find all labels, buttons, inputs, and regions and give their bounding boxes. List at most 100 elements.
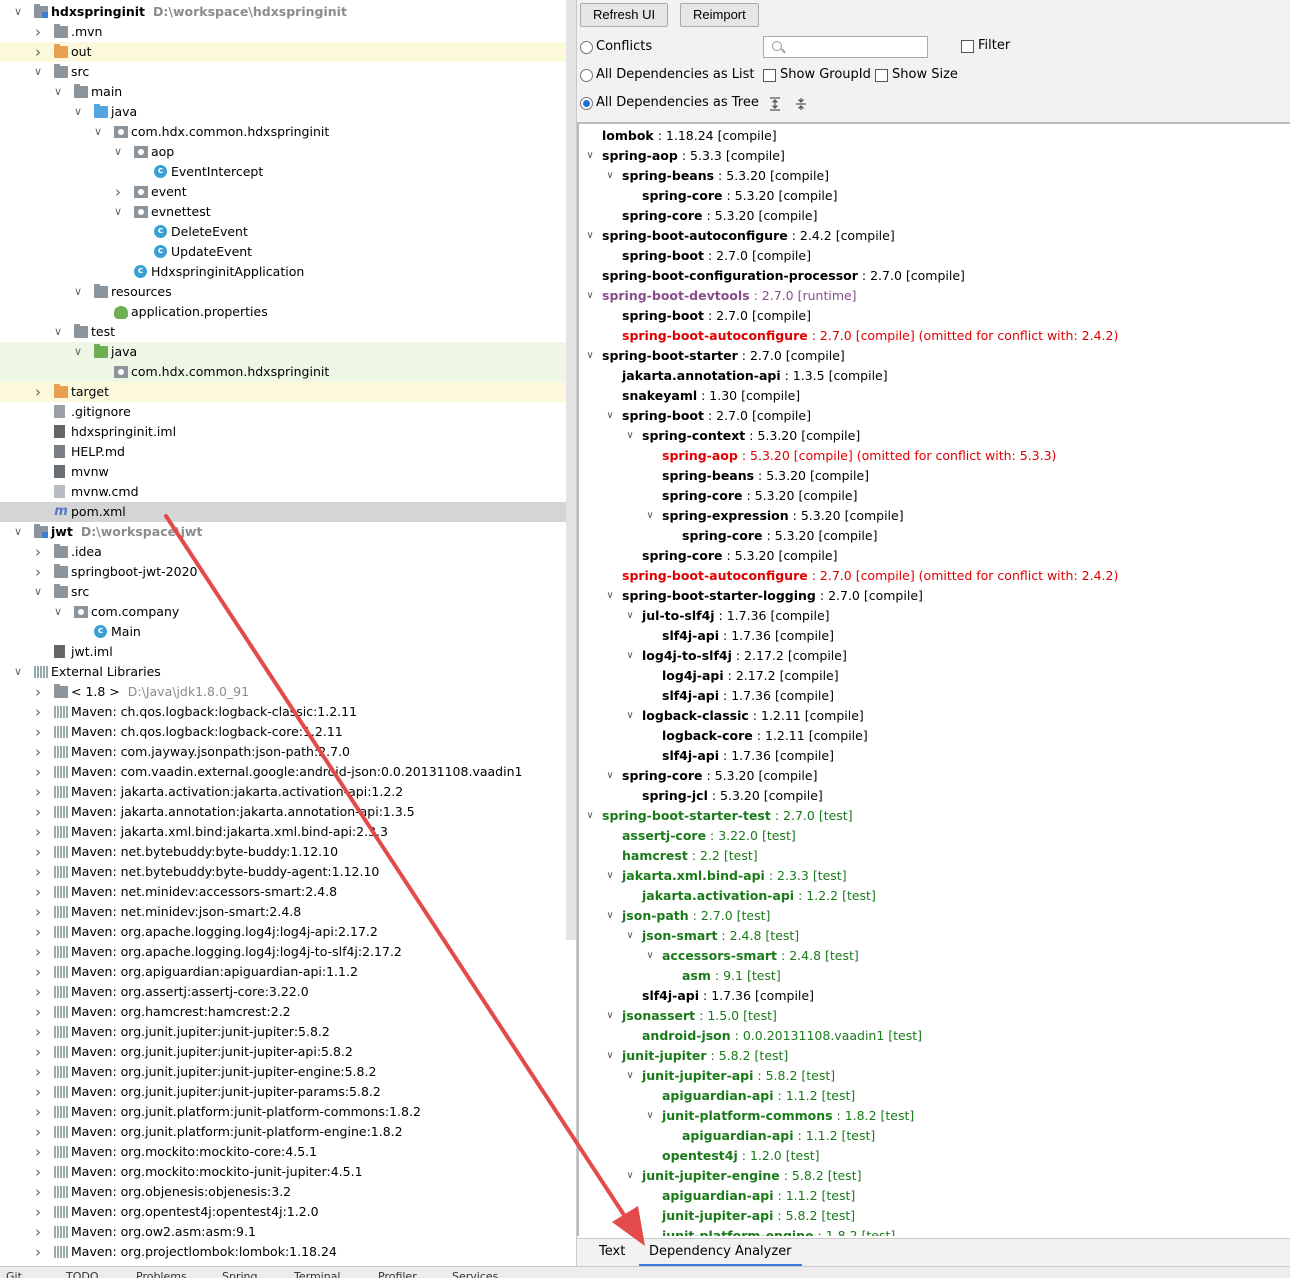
expanded-chevron-icon[interactable]: ∨: [643, 1106, 657, 1126]
expanded-chevron-icon[interactable]: ∨: [603, 766, 617, 786]
expanded-chevron-icon[interactable]: ∨: [623, 1066, 637, 1086]
dependency-row[interactable]: spring-core : 5.3.20 [compile]: [579, 206, 1279, 226]
collapsed-chevron-icon[interactable]: ›: [32, 982, 44, 1002]
dependency-row[interactable]: slf4j-api : 1.7.36 [compile]: [579, 626, 1279, 646]
expanded-chevron-icon[interactable]: ∨: [583, 806, 597, 826]
expanded-chevron-icon[interactable]: ∨: [623, 926, 637, 946]
collapsed-chevron-icon[interactable]: ›: [32, 762, 44, 782]
expanded-chevron-icon[interactable]: ∨: [52, 322, 64, 342]
project-tree-row[interactable]: › .idea: [0, 542, 576, 562]
project-tree-row[interactable]: › Maven: org.opentest4j:opentest4j:1.2.0: [0, 1202, 576, 1222]
dependency-row[interactable]: ∨ spring-boot-starter-test : 2.7.0 [test]: [579, 806, 1279, 826]
project-tree-row[interactable]: .gitignore: [0, 402, 576, 422]
project-tree-row[interactable]: › target: [0, 382, 576, 402]
project-tree-row[interactable]: › Maven: com.jayway.jsonpath:json-path:2.…: [0, 742, 576, 762]
collapsed-chevron-icon[interactable]: ›: [32, 1222, 44, 1242]
dependency-row[interactable]: ∨ spring-aop : 5.3.3 [compile]: [579, 146, 1279, 166]
project-tree-row[interactable]: ∨ java: [0, 102, 576, 122]
status-services[interactable]: Services: [452, 1269, 498, 1278]
project-tree-row[interactable]: ∨ External Libraries: [0, 662, 576, 682]
project-tree-row[interactable]: com.hdx.common.hdxspringinit: [0, 362, 576, 382]
expanded-chevron-icon[interactable]: ∨: [72, 342, 84, 362]
dependency-row[interactable]: junit-platform-engine : 1.8.2 [test]: [579, 1226, 1279, 1236]
project-tree-row[interactable]: ∨ test: [0, 322, 576, 342]
dependency-row[interactable]: spring-boot-autoconfigure : 2.7.0 [compi…: [579, 566, 1279, 586]
expanded-chevron-icon[interactable]: ∨: [12, 2, 24, 22]
collapsed-chevron-icon[interactable]: ›: [32, 942, 44, 962]
collapsed-chevron-icon[interactable]: ›: [32, 822, 44, 842]
status-profiler[interactable]: Profiler: [378, 1269, 417, 1278]
expanded-chevron-icon[interactable]: ∨: [583, 346, 597, 366]
collapsed-chevron-icon[interactable]: ›: [32, 1162, 44, 1182]
dependency-row[interactable]: lombok : 1.18.24 [compile]: [579, 126, 1279, 146]
status-git[interactable]: Git: [6, 1269, 22, 1278]
project-tree-row[interactable]: › Maven: org.junit.jupiter:junit-jupiter-…: [0, 1082, 576, 1102]
project-tree-row[interactable]: HELP.md: [0, 442, 576, 462]
collapsed-chevron-icon[interactable]: ›: [112, 182, 124, 202]
dependency-row[interactable]: spring-boot : 2.7.0 [compile]: [579, 246, 1279, 266]
project-tree-row[interactable]: › Maven: org.junit.platform:junit-platfor…: [0, 1102, 576, 1122]
project-tree-row[interactable]: › Maven: com.vaadin.external.google:andro…: [0, 762, 576, 782]
project-tree-row[interactable]: › Maven: org.ow2.asm:asm:9.1: [0, 1222, 576, 1242]
project-tree-row[interactable]: c Main: [0, 622, 576, 642]
project-tree-row[interactable]: › < 1.8 > D:\Java\jdk1.8.0_91: [0, 682, 576, 702]
status-todo[interactable]: TODO: [66, 1269, 99, 1278]
project-tree-row[interactable]: › Maven: net.bytebuddy:byte-buddy:1.12.10: [0, 842, 576, 862]
dependency-row[interactable]: ∨ log4j-to-slf4j : 2.17.2 [compile]: [579, 646, 1279, 666]
dependency-row[interactable]: ∨ spring-boot-starter-logging : 2.7.0 [co…: [579, 586, 1279, 606]
dependency-row[interactable]: junit-jupiter-api : 5.8.2 [test]: [579, 1206, 1279, 1226]
collapsed-chevron-icon[interactable]: ›: [32, 962, 44, 982]
collapsed-chevron-icon[interactable]: ›: [32, 382, 44, 402]
project-tree-row[interactable]: ∨ com.hdx.common.hdxspringinit: [0, 122, 576, 142]
collapsed-chevron-icon[interactable]: ›: [32, 782, 44, 802]
conflicts-radio[interactable]: [580, 41, 593, 54]
project-tree-row[interactable]: › Maven: org.mockito:mockito-junit-jupite…: [0, 1162, 576, 1182]
project-tree-row[interactable]: › Maven: jakarta.xml.bind:jakarta.xml.bin…: [0, 822, 576, 842]
project-tree-row[interactable]: › Maven: org.apiguardian:apiguardian-api:…: [0, 962, 576, 982]
project-tree-row[interactable]: › Maven: org.apache.logging.log4j:log4j-t…: [0, 942, 576, 962]
project-tree-row[interactable]: › Maven: net.minidev:json-smart:2.4.8: [0, 902, 576, 922]
filter-checkbox[interactable]: [961, 40, 974, 53]
project-tree-row[interactable]: › Maven: ch.qos.logback:logback-core:1.2.…: [0, 722, 576, 742]
expanded-chevron-icon[interactable]: ∨: [32, 582, 44, 602]
expanded-chevron-icon[interactable]: ∨: [112, 202, 124, 222]
dependency-row[interactable]: ∨ spring-context : 5.3.20 [compile]: [579, 426, 1279, 446]
project-tree-row[interactable]: › Maven: jakarta.activation:jakarta.activ…: [0, 782, 576, 802]
collapsed-chevron-icon[interactable]: ›: [32, 542, 44, 562]
project-tree-row[interactable]: › Maven: org.objenesis:objenesis:3.2: [0, 1182, 576, 1202]
expanded-chevron-icon[interactable]: ∨: [583, 146, 597, 166]
collapsed-chevron-icon[interactable]: ›: [32, 842, 44, 862]
list-mode-radio[interactable]: [580, 69, 593, 82]
collapsed-chevron-icon[interactable]: ›: [32, 1102, 44, 1122]
project-tree-row[interactable]: › Maven: ch.qos.logback:logback-classic:1…: [0, 702, 576, 722]
expanded-chevron-icon[interactable]: ∨: [643, 506, 657, 526]
dependency-row[interactable]: jakarta.activation-api : 1.2.2 [test]: [579, 886, 1279, 906]
dependency-row[interactable]: ∨ spring-boot-autoconfigure : 2.4.2 [comp…: [579, 226, 1279, 246]
collapsed-chevron-icon[interactable]: ›: [32, 862, 44, 882]
project-tree-row[interactable]: ∨ resources: [0, 282, 576, 302]
dependency-row[interactable]: ∨ logback-classic : 1.2.11 [compile]: [579, 706, 1279, 726]
project-tree-row[interactable]: m pom.xml: [0, 502, 576, 522]
project-tree-row[interactable]: ∨ java: [0, 342, 576, 362]
expanded-chevron-icon[interactable]: ∨: [72, 282, 84, 302]
dependency-row[interactable]: ∨ junit-jupiter : 5.8.2 [test]: [579, 1046, 1279, 1066]
project-tree-row[interactable]: ∨ jwt D:\workspace\jwt: [0, 522, 576, 542]
dependency-row[interactable]: ∨ json-smart : 2.4.8 [test]: [579, 926, 1279, 946]
dependency-row[interactable]: spring-boot : 2.7.0 [compile]: [579, 306, 1279, 326]
project-tree-row[interactable]: › Maven: org.junit.jupiter:junit-jupiter-…: [0, 1042, 576, 1062]
expanded-chevron-icon[interactable]: ∨: [112, 142, 124, 162]
dependency-row[interactable]: spring-boot-configuration-processor : 2.…: [579, 266, 1279, 286]
collapsed-chevron-icon[interactable]: ›: [32, 882, 44, 902]
dependency-row[interactable]: assertj-core : 3.22.0 [test]: [579, 826, 1279, 846]
dependency-row[interactable]: slf4j-api : 1.7.36 [compile]: [579, 686, 1279, 706]
dependency-row[interactable]: logback-core : 1.2.11 [compile]: [579, 726, 1279, 746]
project-tree-row[interactable]: › Maven: org.apache.logging.log4j:log4j-a…: [0, 922, 576, 942]
collapsed-chevron-icon[interactable]: ›: [32, 42, 44, 62]
project-tree-row[interactable]: mvnw.cmd: [0, 482, 576, 502]
dependency-row[interactable]: ∨ spring-boot-devtools : 2.7.0 [runtime]: [579, 286, 1279, 306]
collapse-all-icon[interactable]: [793, 96, 809, 112]
expanded-chevron-icon[interactable]: ∨: [583, 286, 597, 306]
tab-text[interactable]: Text: [589, 1239, 635, 1267]
dependency-row[interactable]: ∨ jsonassert : 1.5.0 [test]: [579, 1006, 1279, 1026]
dependency-row[interactable]: log4j-api : 2.17.2 [compile]: [579, 666, 1279, 686]
